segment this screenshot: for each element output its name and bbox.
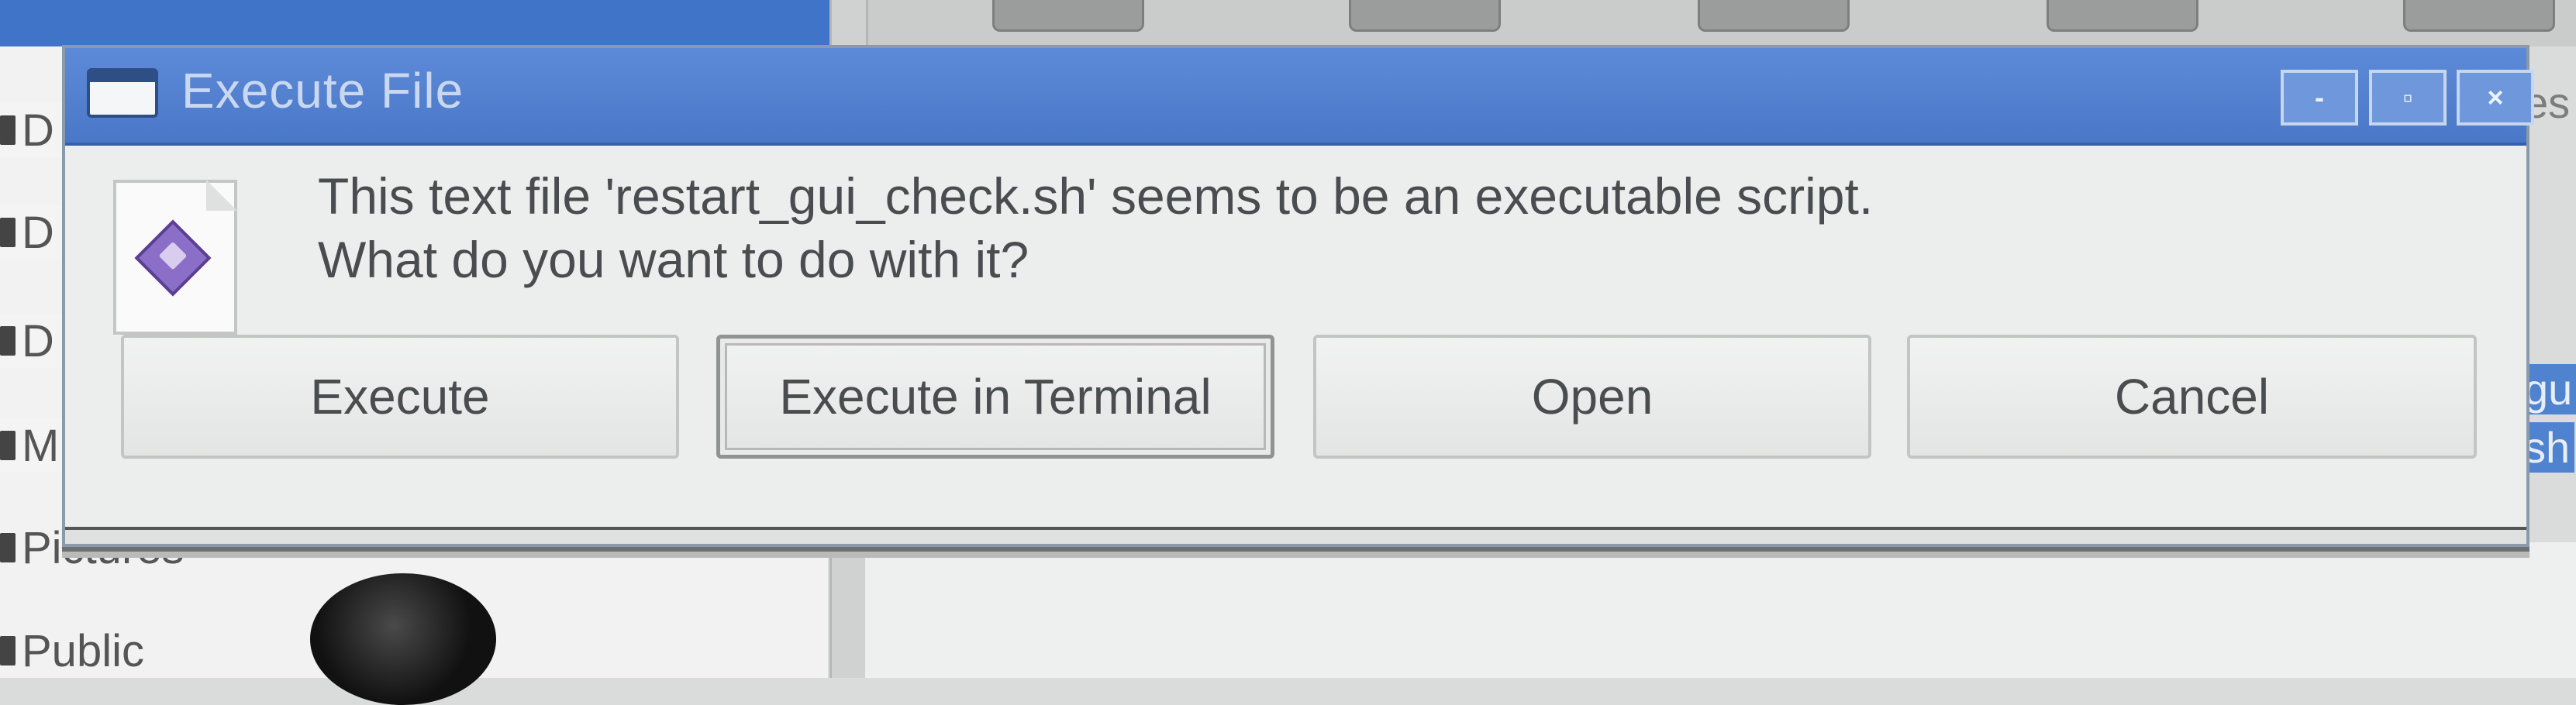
toolbar-button[interactable] bbox=[992, 0, 1144, 32]
file-list-area bbox=[865, 542, 2576, 678]
camera-obstruction bbox=[310, 573, 496, 705]
shell-script-file-icon bbox=[113, 180, 237, 335]
dialog-titlebar[interactable]: Execute File - ▫ × bbox=[65, 48, 2534, 146]
message-line-2: What do you want to do with it? bbox=[318, 231, 1029, 288]
execute-in-terminal-button[interactable]: Execute in Terminal bbox=[716, 335, 1274, 459]
script-diamond-icon bbox=[134, 219, 212, 297]
file-manager-path-strip bbox=[0, 0, 853, 46]
sidebar-item[interactable]: D bbox=[0, 314, 62, 368]
maximize-button[interactable]: ▫ bbox=[2369, 70, 2447, 126]
open-button[interactable]: Open bbox=[1313, 335, 1871, 459]
folder-icon bbox=[0, 431, 16, 460]
toolbar-button[interactable] bbox=[1698, 0, 1850, 32]
dialog-bottom-edge bbox=[65, 527, 2526, 544]
folder-icon bbox=[0, 533, 16, 562]
window-icon bbox=[87, 68, 158, 118]
toolbar-button[interactable] bbox=[2047, 0, 2198, 32]
folder-icon bbox=[0, 636, 16, 665]
message-line-1: This text file 'restart_gui_check.sh' se… bbox=[318, 167, 1874, 225]
dialog-message: This text file 'restart_gui_check.sh' se… bbox=[318, 164, 1873, 291]
toolbar-button[interactable] bbox=[2403, 0, 2555, 32]
sidebar-item[interactable]: D bbox=[0, 103, 62, 157]
execute-button[interactable]: Execute bbox=[121, 335, 679, 459]
close-button[interactable]: × bbox=[2457, 70, 2534, 126]
folder-icon bbox=[0, 115, 16, 145]
dialog-title: Execute File bbox=[181, 63, 464, 119]
cancel-button[interactable]: Cancel bbox=[1907, 335, 2477, 459]
toolbar-button[interactable] bbox=[1349, 0, 1501, 32]
close-icon: × bbox=[2487, 81, 2504, 113]
sidebar-item[interactable]: M bbox=[0, 418, 67, 473]
sidebar-item[interactable]: D bbox=[0, 205, 62, 260]
minimize-icon: - bbox=[2315, 81, 2324, 113]
sidebar-item-public[interactable]: Public bbox=[0, 624, 152, 678]
minimize-button[interactable]: - bbox=[2281, 70, 2358, 126]
folder-icon bbox=[0, 326, 16, 356]
execute-file-dialog: Execute File - ▫ × This text file 'resta… bbox=[62, 45, 2534, 547]
maximize-icon: ▫ bbox=[2402, 81, 2413, 113]
folder-icon bbox=[0, 218, 16, 247]
